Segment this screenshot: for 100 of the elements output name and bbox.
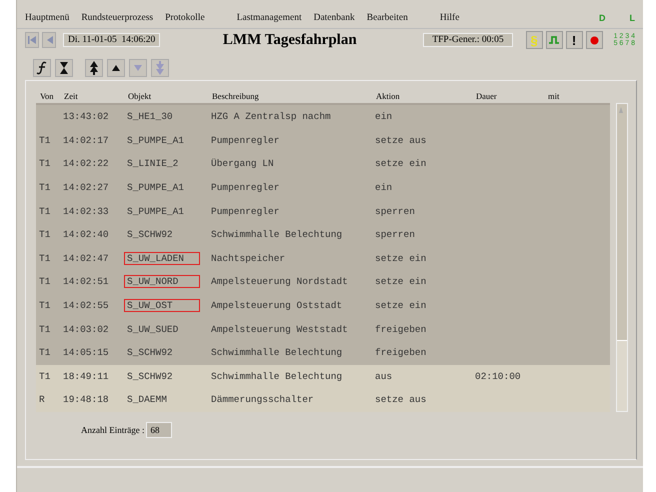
table-cell-text: T1	[38, 157, 52, 170]
table-cell-text: Dämmerungsschalter	[210, 393, 315, 406]
pulse-button[interactable]	[546, 31, 563, 49]
menu-item[interactable]: Hilfe	[440, 13, 460, 23]
table-cell-text: Übergang LN	[210, 157, 275, 170]
table-cell-text: S_SCHW92	[126, 228, 174, 242]
table-cell-text: setze ein	[374, 157, 428, 170]
scrollbar[interactable]	[616, 103, 628, 412]
table-cell-text: T1	[38, 134, 52, 147]
table-cell-text: freigeben	[374, 322, 428, 336]
table-cell-text: sperren	[374, 204, 416, 218]
table-cell: S_UW_LADEN	[124, 252, 200, 265]
menu-item[interactable]: Protokolle	[165, 13, 205, 23]
table-row[interactable]: T1 18:49:11 S_SCHW92 Schwimmhalle Belechtung aus 02:10:00	[36, 364, 610, 388]
function-button[interactable]	[33, 59, 51, 77]
table-cell-text: T1	[38, 181, 52, 194]
double-down-icon	[155, 61, 165, 75]
table-cell-text: R	[38, 393, 46, 406]
column-header: Dauer	[475, 91, 498, 101]
table-row[interactable]: T1 14:02:27 S_PUMPE_A1 Pumpenregler ein	[36, 176, 610, 200]
menu-item[interactable]: Hauptmenü	[25, 13, 70, 23]
generator-field: TFP-Gener.: 00:05	[423, 33, 513, 47]
table-cell-text: S_SCHW92	[126, 370, 174, 383]
table-row[interactable]: T1 14:02:55 S_UW_OST Ampelsteuerung Oststadt setze ein	[36, 294, 610, 318]
table-cell-text: S_PUMPE_A1	[126, 204, 186, 218]
table-cell-text: T1	[38, 322, 52, 336]
table-cell-text: 13:43:02	[62, 110, 110, 124]
table-cell-text: setze ein	[374, 252, 428, 265]
table-cell-text: 14:02:33	[62, 204, 110, 218]
table-cell-text: T1	[38, 370, 52, 383]
table-cell-text: 14:02:51	[62, 275, 110, 288]
hourglass-icon	[59, 61, 69, 75]
table-cell-text: T1	[38, 299, 52, 312]
bottom-button[interactable]	[151, 59, 169, 77]
table-row[interactable]: 13:43:02 S_HE1_30 HZG A Zentralsp nachm ein	[36, 105, 610, 129]
table-cell-text: setze aus	[374, 393, 428, 406]
table-cell-text: 14:02:40	[62, 228, 110, 242]
column-header: Beschreibung	[211, 91, 260, 101]
window-title: LMM Tagesfahrplan	[222, 32, 358, 48]
table-cell-text: HZG A Zentralsp nachm	[210, 110, 332, 124]
table-cell-text: ein	[374, 181, 394, 194]
table-cell-text: Schwimmhalle Belechtung	[210, 228, 344, 242]
skip-back-icon	[28, 36, 36, 44]
table-cell-text: S_LINIE_2	[126, 157, 180, 170]
table-cell-text: setze aus	[374, 134, 428, 147]
table-cell-text: 14:05:15	[62, 346, 110, 360]
table-row[interactable]: T1 14:02:33 S_PUMPE_A1 Pumpenregler sperren	[36, 199, 610, 223]
table-row[interactable]: T1 14:02:51 S_UW_NORD Ampelsteuerung Nordstadt setze ein	[36, 270, 610, 294]
table-row[interactable]: T1 14:02:17 S_PUMPE_A1 Pumpenregler setze aus	[36, 128, 610, 152]
column-header: mit	[547, 91, 560, 101]
table-cell-text: 14:02:22	[62, 157, 110, 170]
table-row[interactable]: T1 14:02:22 S_LINIE_2 Übergang LN setze ein	[36, 152, 610, 176]
menu-item[interactable]: Lastmanagement	[236, 13, 302, 23]
table-cell-text: sperren	[374, 228, 416, 242]
table-cell-text: Ampelsteuerung Nordstadt	[210, 275, 349, 288]
table-cell-text: Ampelsteuerung Oststadt	[210, 299, 344, 312]
column-header: Zeit	[63, 91, 79, 101]
datetime-field: Di. 11-01-05 14:06:20	[63, 33, 160, 47]
table-cell-text: T1	[38, 275, 52, 288]
table-cell-text: Nachtspeicher	[210, 252, 286, 265]
table-row[interactable]: T1 14:02:40 S_SCHW92 Schwimmhalle Belechtung sperren	[36, 222, 610, 247]
table-cell-text: Schwimmhalle Belechtung	[210, 370, 344, 383]
up-button[interactable]	[107, 59, 125, 77]
table-cell-text: Pumpenregler	[210, 181, 280, 194]
table-cell: S_UW_OST	[124, 299, 200, 312]
table-cell-text: 18:49:11	[62, 370, 110, 383]
status-indicator: L	[630, 13, 635, 23]
menu-item[interactable]: Bearbeiten	[366, 13, 408, 23]
record-button[interactable]	[586, 31, 603, 49]
column-header: Von	[39, 91, 55, 101]
record-icon	[590, 36, 599, 44]
current-time-button[interactable]	[55, 59, 73, 77]
table-cell: S_UW_NORD	[124, 275, 200, 288]
table-cell-text: S_UW_SUED	[126, 322, 180, 336]
table-cell-text: Pumpenregler	[210, 204, 280, 218]
top-button[interactable]	[85, 59, 103, 77]
table-cell-text: 14:03:02	[62, 322, 110, 336]
scrollbar-thumb[interactable]	[617, 340, 627, 411]
menu-item[interactable]: Datenbank	[314, 13, 355, 23]
pulse-icon	[548, 35, 560, 45]
table-cell-text: ein	[374, 110, 394, 124]
table-cell-text: S_HE1_30	[126, 110, 174, 124]
table-row[interactable]: T1 14:02:47 S_UW_LADEN Nachtspeicher setze ein	[36, 246, 610, 270]
table-cell-text: 19:48:18	[62, 393, 110, 406]
double-up-icon	[89, 61, 99, 75]
menu-item[interactable]: Rundsteuerprozess	[81, 13, 154, 23]
entry-count-field: 68	[146, 422, 172, 438]
table-row[interactable]: T1 14:03:02 S_UW_SUED Ampelsteuerung Weststadt freigeben	[36, 317, 610, 341]
table-cell-text: freigeben	[374, 346, 428, 360]
first-button[interactable]	[25, 32, 39, 48]
triangle-up-icon	[112, 65, 120, 71]
table-cell-text: 02:10:00	[474, 370, 522, 383]
table-cell-text: 14:02:47	[62, 252, 110, 265]
table-row[interactable]: R 19:48:18 S_DAEMM Dämmerungsschalter setze aus	[36, 388, 610, 412]
table-cell-text: 14:02:17	[62, 134, 110, 147]
table-cell-text: T1	[38, 204, 52, 218]
table-cell-text: Schwimmhalle Belechtung	[210, 346, 344, 360]
table-row[interactable]: T1 14:05:15 S_SCHW92 Schwimmhalle Belechtung freigeben	[36, 340, 610, 365]
alert-button[interactable]: !	[566, 31, 583, 49]
previous-button[interactable]	[42, 32, 56, 48]
